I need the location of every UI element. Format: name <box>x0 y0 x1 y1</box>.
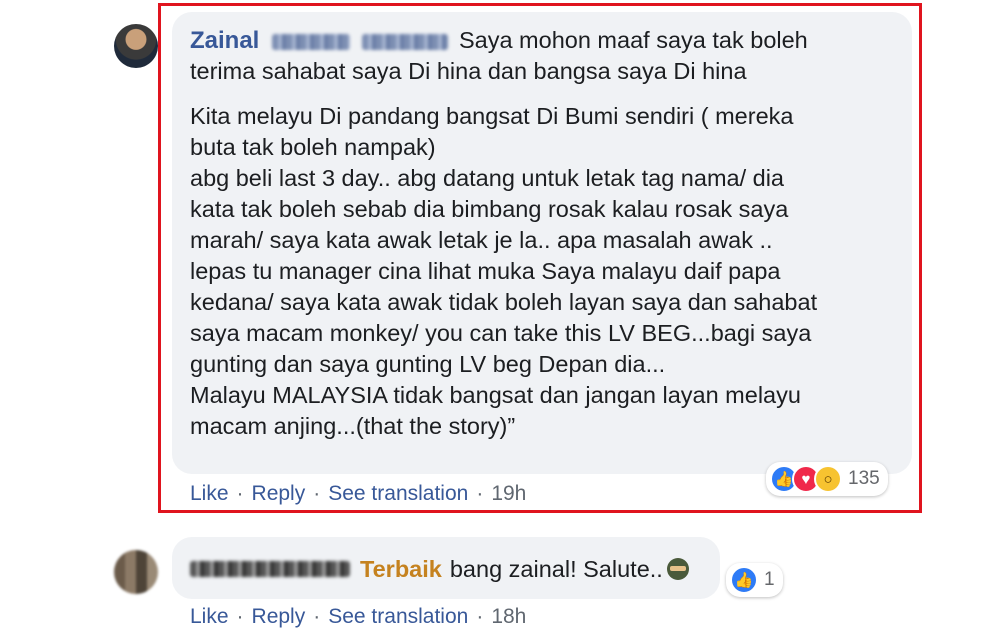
comment-text: bang zainal! Salute.. <box>449 556 663 582</box>
separator-dot: · <box>313 482 321 505</box>
comment-text: Saya mohon maaf saya tak boleh <box>458 27 808 53</box>
avatar[interactable] <box>114 24 158 68</box>
facebook-comments-screenshot: Zainal Saya mohon maaf saya tak boleh te… <box>0 0 990 638</box>
like-link[interactable]: Like <box>190 605 229 629</box>
timestamp[interactable]: 18h <box>491 605 526 629</box>
comment-actions: Like · Reply · See translation · 19h <box>190 482 526 506</box>
comment-body: Zainal Saya mohon maaf saya tak boleh te… <box>190 25 890 442</box>
comment-text: abg beli last 3 day.. abg datang untuk l… <box>190 165 785 191</box>
blurred-surname <box>362 33 449 50</box>
comment-text: gunting dan saya gunting LV beg Depan di… <box>190 351 666 377</box>
wow-reaction-icon: ○ <box>814 465 842 493</box>
reaction-summary[interactable]: 👍 ♥ ○ 135 <box>766 462 888 496</box>
blurred-author-name[interactable] <box>190 561 350 577</box>
comment-text: terima sahabat saya Di hina dan bangsa s… <box>190 58 747 84</box>
timestamp[interactable]: 19h <box>491 482 526 506</box>
separator-dot: · <box>476 605 484 628</box>
comment-body: Terbaik bang zainal! Salute.. <box>190 554 689 584</box>
separator-dot: · <box>476 482 484 505</box>
see-translation-link[interactable]: See translation <box>328 605 468 629</box>
reply-link[interactable]: Reply <box>252 605 306 629</box>
reaction-summary[interactable]: 👍 1 <box>726 563 783 597</box>
comment-text: kedana/ saya kata awak tidak boleh layan… <box>190 289 818 315</box>
reaction-count: 1 <box>764 569 775 590</box>
comment-text: kata tak boleh sebab dia bimbang rosak k… <box>190 196 789 222</box>
see-translation-link[interactable]: See translation <box>328 482 468 506</box>
comment-text: saya macam monkey/ you can take this LV … <box>190 320 812 346</box>
avatar[interactable] <box>114 550 158 594</box>
comment-actions: Like · Reply · See translation · 18h <box>190 605 526 629</box>
blurred-surname <box>271 33 350 50</box>
tagged-name[interactable]: Terbaik <box>360 554 442 584</box>
comment-author-name[interactable]: Zainal <box>190 27 259 54</box>
separator-dot: · <box>236 482 244 505</box>
comment-text: buta tak boleh nampak) <box>190 134 436 160</box>
like-link[interactable]: Like <box>190 482 229 506</box>
reaction-count: 135 <box>848 468 880 489</box>
comment-text: marah/ saya kata awak letak je la.. apa … <box>190 227 773 253</box>
separator-dot: · <box>236 605 244 628</box>
comment-text: Kita melayu Di pandang bangsat Di Bumi s… <box>190 103 794 129</box>
ninja-emoji-icon <box>666 558 689 580</box>
separator-dot: · <box>313 605 321 628</box>
comment-text: Malayu MALAYSIA tidak bangsat dan jangan… <box>190 382 801 408</box>
comment-text: lepas tu manager cina lihat muka Saya ma… <box>190 258 781 284</box>
like-reaction-icon: 👍 <box>730 566 758 594</box>
comment-text: macam anjing...(that the story)” <box>190 413 516 439</box>
reply-link[interactable]: Reply <box>252 482 306 506</box>
